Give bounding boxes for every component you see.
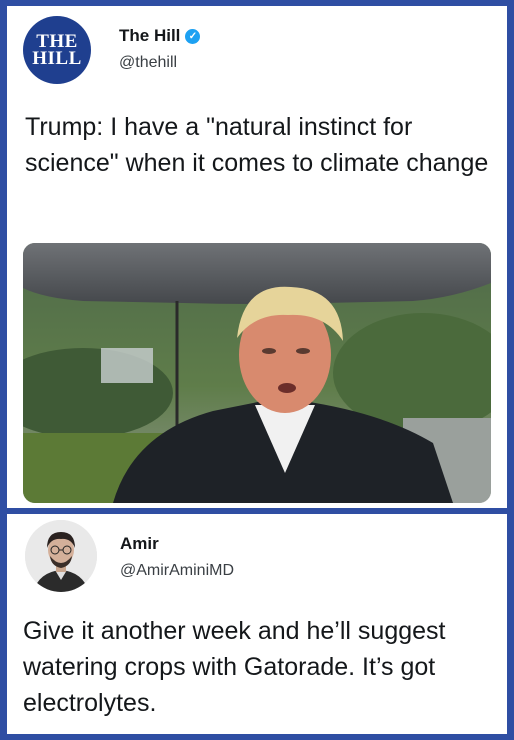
verified-badge-icon: ✓: [185, 28, 201, 44]
author-name[interactable]: The Hill ✓: [119, 26, 201, 46]
photo-man-under-umbrella-icon: [23, 243, 491, 503]
reply-author-name[interactable]: Amir: [120, 534, 159, 554]
logo-line-2: HILL: [32, 48, 82, 69]
author-handle[interactable]: @thehill: [119, 54, 177, 72]
author-name-label: The Hill: [119, 26, 181, 45]
tweet-text: Trump: I have a "natural instinct for sc…: [25, 113, 489, 177]
tweet-card: THE HILL The Hill ✓ @thehill Trump: I ha…: [7, 6, 507, 508]
reply-text: Give it another week and he’ll suggest w…: [23, 617, 446, 717]
avatar-portrait-icon: [25, 520, 97, 592]
tweet-photo[interactable]: [23, 243, 491, 503]
reply-author-name-label: Amir: [120, 534, 159, 553]
the-hill-logo[interactable]: THE HILL: [23, 16, 91, 84]
reply-author-handle[interactable]: @AmirAminiMD: [120, 562, 234, 580]
reply-avatar[interactable]: [25, 520, 97, 592]
reply-card: Amir @AmirAminiMD Give it another week a…: [7, 514, 507, 734]
